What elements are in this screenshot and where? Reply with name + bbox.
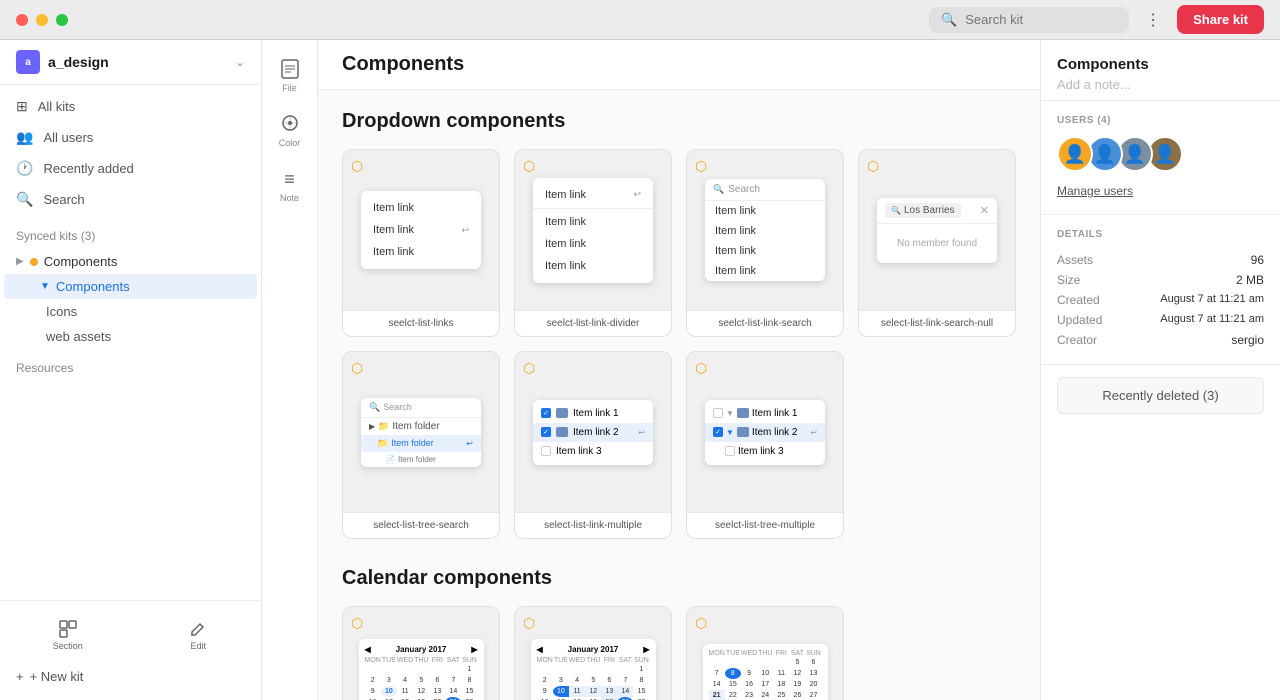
sidebar-item-all-kits[interactable]: ⊞ All kits — [0, 91, 261, 122]
manage-users-link[interactable]: Manage users — [1057, 184, 1133, 198]
kit-label-components: Components — [44, 254, 118, 269]
detail-label-size: Size — [1057, 273, 1080, 287]
close-button[interactable] — [16, 14, 28, 26]
detail-label-created: Created — [1057, 293, 1100, 307]
sidebar-sub-label-icons: Icons — [46, 304, 77, 319]
card-label-select-list-link-multiple: select-list-link-multiple — [515, 512, 671, 538]
card-label-seelct-list-links: seelct-list-links — [343, 310, 499, 336]
maximize-button[interactable] — [56, 14, 68, 26]
pin-icon-2: ⬡ — [523, 158, 535, 175]
recently-deleted-section: Recently deleted (3) — [1041, 365, 1280, 426]
minimize-button[interactable] — [36, 14, 48, 26]
component-card-seelct-list-link-search[interactable]: ⬡ 🔍 Search Item link Item link Item link… — [686, 149, 844, 337]
workspace-icon: a — [16, 50, 40, 74]
card-label-select-list-tree-search: select-list-tree-search — [343, 512, 499, 538]
pin-icon-4: ⬡ — [867, 158, 879, 175]
kit-item-components-expand[interactable]: ▶ Components — [0, 249, 261, 274]
detail-value-size: 2 MB — [1236, 273, 1264, 287]
panel-note[interactable]: Add a note... — [1057, 77, 1264, 92]
detail-row-size: Size 2 MB — [1057, 270, 1264, 290]
sidebar-sub-label-web-assets: web assets — [46, 329, 111, 344]
detail-value-creator: sergio — [1231, 333, 1264, 347]
search-nav-icon: 🔍 — [16, 191, 33, 208]
pin-icon-5: ⬡ — [351, 360, 363, 377]
component-card-seelct-list-tree-multiple[interactable]: ⬡ ▼ Item link 1 ✓ ▼ — [686, 351, 844, 539]
sidebar-sub-label-components: components — [56, 279, 130, 294]
users-section-label: USERS (4) — [1057, 115, 1264, 126]
component-card-select-list-link-multiple[interactable]: ⬡ ✓ Item link 1 ✓ Item link 2 — [514, 351, 672, 539]
share-kit-button[interactable]: Share kit — [1177, 5, 1264, 34]
section-tool[interactable]: Section — [41, 613, 95, 657]
new-kit-button[interactable]: + + New kit — [0, 661, 261, 692]
recently-deleted-button[interactable]: Recently deleted (3) — [1057, 377, 1264, 414]
pin-icon-8: ⬡ — [351, 615, 363, 632]
component-card-select-list-tree-search[interactable]: ⬡ 🔍Search ▶📁 Item folder 📁Item folder ↩ … — [342, 351, 500, 539]
component-card-select-list-link-search-null[interactable]: ⬡ 🔍 Los Barries ✕ No member found select — [858, 149, 1016, 337]
more-options-button[interactable]: ⋮ — [1137, 4, 1169, 36]
triangle-down-icon: ▼ — [40, 281, 50, 292]
workspace-name: a_design — [48, 54, 227, 70]
component-card-picker-date-multiple[interactable]: ⬡ MONTUEWEDTHUFRISATSUN 56 78910111213 1… — [686, 606, 844, 700]
kit-search-input[interactable] — [965, 12, 1105, 27]
detail-row-updated: Updated August 7 at 11:21 am — [1057, 310, 1264, 330]
pin-icon: ⬡ — [351, 158, 363, 175]
detail-row-assets: Assets 96 — [1057, 250, 1264, 270]
component-card-seelct-list-link-divider[interactable]: ⬡ Item link↩ Item link Item link Item li… — [514, 149, 672, 337]
file-tool[interactable]: File — [264, 50, 316, 101]
note-icon: ≡ — [279, 168, 301, 190]
page-title: Components — [342, 53, 1016, 76]
users-icon: 👥 — [16, 129, 33, 146]
pin-icon-3: ⬡ — [695, 158, 707, 175]
component-card-seelct-list-links[interactable]: ⬡ Item link Item link↩ Item link seelct-… — [342, 149, 500, 337]
panel-title: Components — [1057, 56, 1264, 73]
sidebar-sub-item-icons[interactable]: Icons — [0, 299, 261, 324]
color-icon — [279, 113, 301, 135]
detail-row-creator: Creator sergio — [1057, 330, 1264, 350]
grid-icon: ⊞ — [16, 98, 28, 115]
card-label-seelct-list-link-search: seelct-list-link-search — [687, 310, 843, 336]
triangle-right-icon: ▶ — [16, 256, 24, 267]
card-label-seelct-list-tree-multiple: seelct-list-tree-multiple — [687, 512, 843, 538]
section-icon — [58, 619, 78, 639]
component-card-picker-date-single[interactable]: ⬡ ◀January 2017▶ MONTUEWEDTHUFRISATSUN 1… — [342, 606, 500, 700]
users-row: 👤 👤 👤 👤 — [1057, 136, 1264, 172]
avatar-1: 👤 — [1057, 136, 1093, 172]
plus-icon: + — [16, 669, 24, 684]
card-label-select-list-link-search-null: select-list-link-search-null — [859, 310, 1015, 336]
sidebar-sub-item-web-assets[interactable]: web assets — [0, 324, 261, 349]
sidebar-sub-item-components[interactable]: ▼ components — [4, 274, 257, 299]
calendar-section-title: Calendar components — [342, 567, 1016, 590]
sidebar-item-all-users[interactable]: 👥 All users — [0, 122, 261, 153]
edit-icon — [188, 619, 208, 639]
detail-value-assets: 96 — [1251, 253, 1264, 267]
kit-dot — [30, 258, 38, 266]
note-tool[interactable]: ≡ Note — [264, 160, 316, 211]
file-icon — [279, 58, 301, 80]
color-tool[interactable]: Color — [264, 105, 316, 156]
chevron-down-icon[interactable]: ⌄ — [235, 55, 245, 69]
synced-kits-section: Synced kits (3) — [0, 221, 261, 247]
detail-label-assets: Assets — [1057, 253, 1093, 267]
detail-label-creator: Creator — [1057, 333, 1097, 347]
details-section-label: DETAILS — [1057, 229, 1264, 240]
resources-section-label: Resources — [0, 351, 261, 379]
pin-icon-7: ⬡ — [695, 360, 707, 377]
detail-value-updated: August 7 at 11:21 am — [1160, 313, 1264, 327]
pin-icon-6: ⬡ — [523, 360, 535, 377]
clock-icon: 🕐 — [16, 160, 33, 177]
dropdown-section-title: Dropdown components — [342, 110, 1016, 133]
sidebar-item-recently-added[interactable]: 🕐 Recently added — [0, 153, 261, 184]
component-card-picker-date-period[interactable]: ⬡ ◀January 2017▶ MONTUEWEDTHUFRISATSUN 1… — [514, 606, 672, 700]
pin-icon-10: ⬡ — [695, 615, 707, 632]
detail-label-updated: Updated — [1057, 313, 1102, 327]
sidebar-item-search[interactable]: 🔍 Search — [0, 184, 261, 215]
more-icon: ⋮ — [1145, 10, 1161, 30]
detail-row-created: Created August 7 at 11:21 am — [1057, 290, 1264, 310]
edit-tool[interactable]: Edit — [176, 613, 220, 657]
pin-icon-9: ⬡ — [523, 615, 535, 632]
card-label-seelct-list-link-divider: seelct-list-link-divider — [515, 310, 671, 336]
search-icon: 🔍 — [941, 12, 957, 28]
detail-value-created: August 7 at 11:21 am — [1160, 293, 1264, 307]
